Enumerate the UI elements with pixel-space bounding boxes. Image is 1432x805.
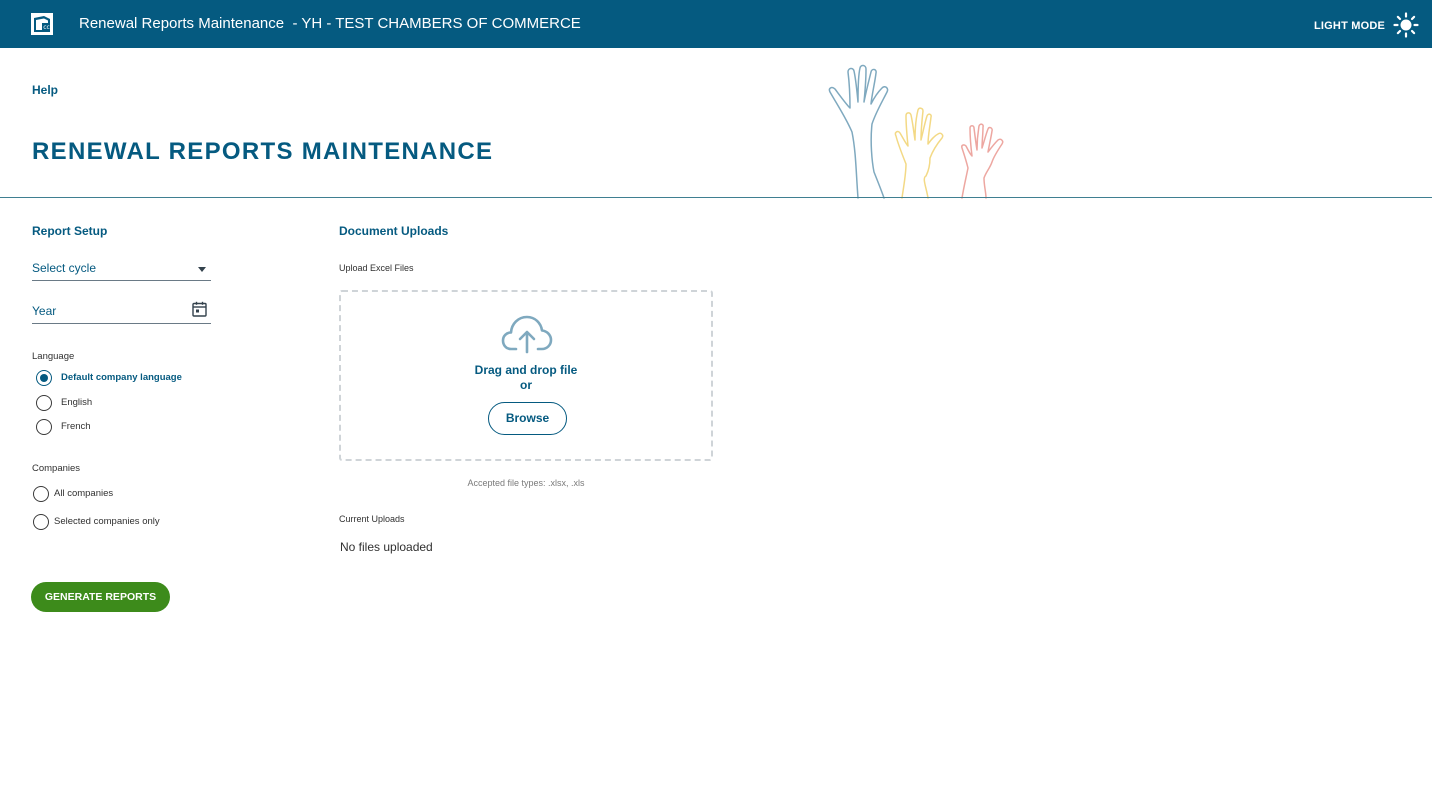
radio-unchecked-icon[interactable]	[33, 486, 49, 502]
browse-button[interactable]: Browse	[488, 402, 567, 435]
calendar-icon[interactable]	[192, 301, 207, 317]
year-input[interactable]: Year	[32, 301, 211, 324]
current-uploads-label: Current Uploads	[339, 514, 405, 524]
file-dropzone[interactable]: Drag and drop file or Browse	[339, 290, 713, 461]
chevron-down-icon	[198, 267, 206, 272]
radio-unchecked-icon[interactable]	[36, 395, 52, 411]
help-link[interactable]: Help	[32, 83, 58, 97]
app-title: Renewal Reports Maintenance - YH - TEST …	[79, 15, 581, 32]
svg-text:cc: cc	[43, 24, 50, 31]
report-setup-title: Report Setup	[32, 224, 108, 238]
yellow-hand	[894, 107, 944, 199]
language-option-label: English	[61, 397, 93, 408]
drag-drop-text: Drag and drop file	[474, 363, 578, 377]
companies-option-label: Selected companies only	[54, 516, 160, 527]
accepted-file-types: Accepted file types: .xlsx, .xls	[467, 478, 585, 488]
radio-unchecked-icon[interactable]	[33, 514, 49, 530]
year-input-label: Year	[32, 304, 57, 318]
red-hand	[961, 123, 1004, 199]
generate-reports-button[interactable]: GENERATE REPORTS	[31, 582, 170, 612]
companies-option-label: All companies	[54, 488, 114, 499]
cycle-select-label: Select cycle	[32, 261, 97, 275]
cycle-select[interactable]: Select cycle	[32, 259, 211, 281]
companies-label: Companies	[32, 463, 81, 474]
sun-icon[interactable]	[1393, 12, 1419, 38]
raised-hands-illustration	[828, 64, 1004, 199]
or-text: or	[520, 378, 532, 392]
language-option-label: Default company language	[61, 372, 182, 383]
chamber-logo-icon[interactable]: cc	[31, 13, 53, 35]
language-option-label: French	[61, 421, 91, 432]
cloud-upload-icon	[501, 315, 553, 354]
light-mode-label[interactable]: LIGHT MODE	[1314, 20, 1385, 32]
top-app-bar: cc Renewal Reports Maintenance - YH - TE…	[0, 0, 1432, 48]
radio-checked-icon[interactable]	[36, 370, 52, 386]
upload-excel-label: Upload Excel Files	[339, 263, 414, 273]
header-divider	[0, 197, 1432, 198]
language-label: Language	[32, 351, 75, 362]
no-files-message: No files uploaded	[340, 540, 433, 554]
page-title: RENEWAL REPORTS MAINTENANCE	[32, 138, 494, 165]
blue-hand	[828, 64, 889, 199]
document-uploads-title: Document Uploads	[339, 224, 449, 238]
radio-unchecked-icon[interactable]	[36, 419, 52, 435]
